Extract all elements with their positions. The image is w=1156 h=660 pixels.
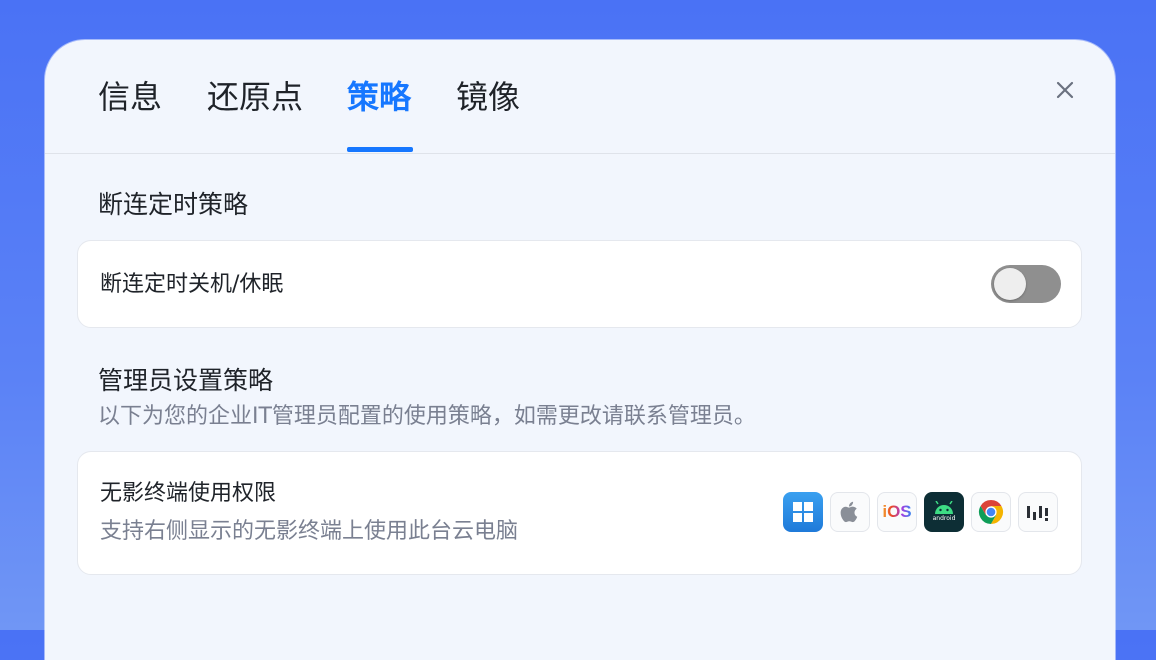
admin-policy-title: 管理员设置策略 [98,366,274,395]
tab-policy[interactable]: 策略 [347,76,411,118]
admin-policy-description: 以下为您的企业IT管理员配置的使用策略，如需更改请联系管理员。 [98,404,756,429]
active-tab-indicator [347,147,413,152]
disconnect-policy-title: 断连定时策略 [98,190,249,219]
windows-icon [783,492,823,532]
apple-icon [830,492,870,532]
ios-icon-label: iOS [882,502,912,521]
tab-restore-points[interactable]: 还原点 [207,76,303,118]
terminal-permission-card: 无影终端使用权限 支持右侧显示的无影终端上使用此台云电脑 iOS android [77,451,1082,575]
web-client-icon [1018,492,1058,532]
android-icon: android [924,492,964,532]
android-icon-label: android [932,515,956,522]
tab-image[interactable]: 镜像 [456,76,520,118]
close-icon[interactable] [1049,74,1081,106]
toggle-knob [994,268,1026,300]
terminal-permission-title: 无影终端使用权限 [100,481,277,506]
ios-icon: iOS [877,492,917,532]
disconnect-shutdown-toggle[interactable] [991,265,1061,303]
tab-info[interactable]: 信息 [98,76,162,118]
disconnect-setting-card: 断连定时关机/休眠 [77,240,1082,328]
disconnect-shutdown-label: 断连定时关机/休眠 [100,272,284,297]
terminal-permission-subtitle: 支持右侧显示的无影终端上使用此台云电脑 [100,519,519,544]
chrome-icon [971,492,1011,532]
tab-bar: 信息 还原点 策略 镜像 [45,40,1115,154]
policy-dialog: 信息 还原点 策略 镜像 断连定时策略 断连定时关机/休眠 管理员设置策略 以下… [45,40,1115,660]
